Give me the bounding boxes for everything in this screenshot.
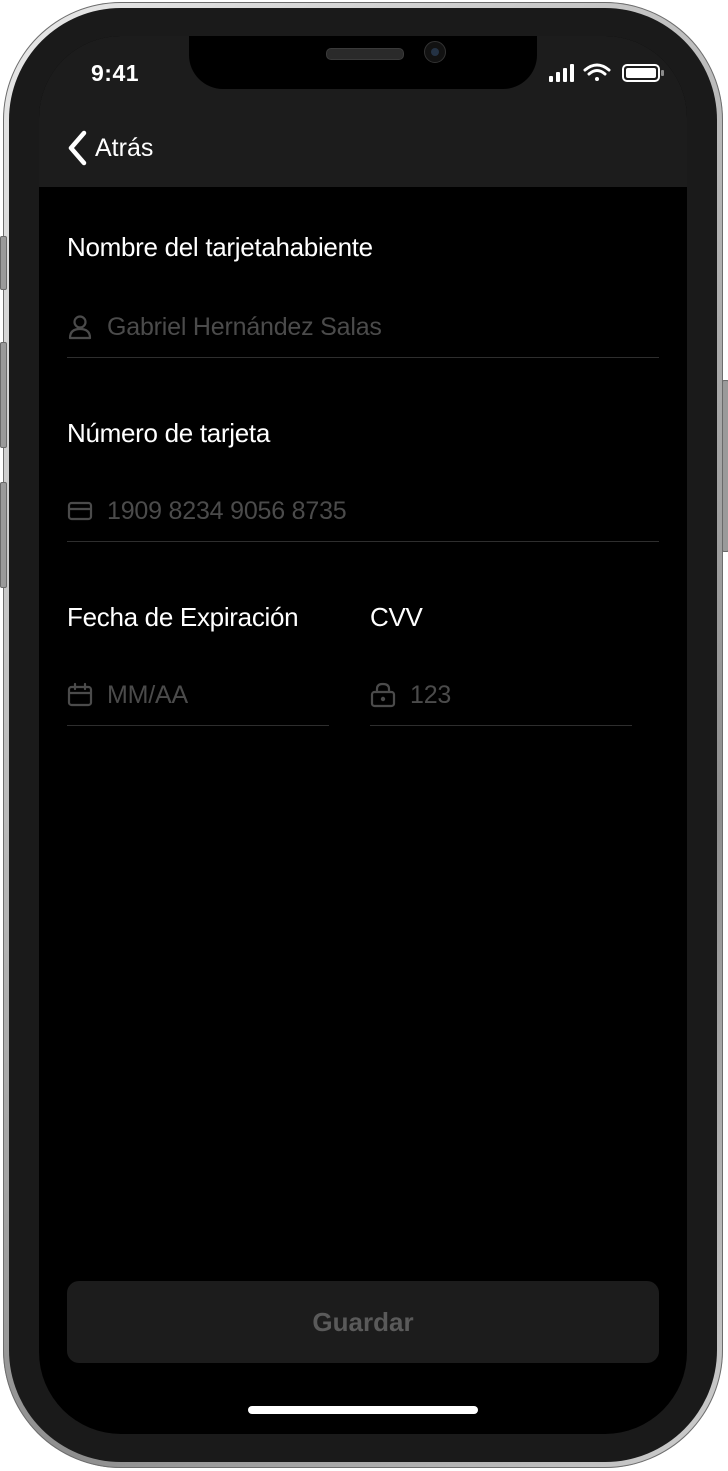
expiry-label: Fecha de Expiración bbox=[67, 602, 299, 632]
home-indicator[interactable] bbox=[248, 1406, 478, 1414]
back-button[interactable]: Atrás bbox=[67, 128, 153, 168]
credit-card-icon bbox=[67, 498, 93, 524]
status-icons bbox=[549, 62, 671, 84]
power-button bbox=[722, 380, 728, 552]
volume-up-button bbox=[0, 342, 7, 448]
user-icon bbox=[67, 314, 93, 340]
notch bbox=[189, 36, 537, 89]
cardholder-label: Nombre del tarjetahabiente bbox=[67, 232, 373, 262]
cvv-label: CVV bbox=[370, 602, 423, 632]
app-screen: 9:41 Atrás Nombre del tarjetahabiente Ga… bbox=[39, 36, 687, 1434]
front-camera bbox=[424, 41, 446, 63]
card-number-placeholder: 1909 8234 9056 8735 bbox=[107, 496, 347, 525]
cardholder-placeholder: Gabriel Hernández Salas bbox=[107, 312, 382, 341]
card-number-field[interactable]: 1909 8234 9056 8735 bbox=[67, 481, 659, 542]
signal-icon bbox=[549, 64, 574, 82]
save-button[interactable]: Guardar bbox=[67, 1281, 659, 1363]
calendar-icon bbox=[67, 682, 93, 708]
silent-switch bbox=[0, 236, 7, 290]
battery-icon bbox=[622, 64, 664, 82]
lock-icon bbox=[370, 682, 396, 708]
wifi-icon bbox=[583, 63, 611, 81]
save-button-label: Guardar bbox=[312, 1306, 414, 1337]
status-time: 9:41 bbox=[91, 60, 140, 86]
expiry-field[interactable]: MM/AA bbox=[67, 665, 329, 726]
expiry-placeholder: MM/AA bbox=[107, 680, 188, 709]
chevron-left-icon bbox=[68, 130, 87, 166]
cvv-placeholder: 123 bbox=[410, 680, 452, 709]
speaker-grille bbox=[326, 48, 404, 60]
volume-down-button bbox=[0, 482, 7, 588]
back-label: Atrás bbox=[95, 133, 154, 162]
card-number-label: Número de tarjeta bbox=[67, 418, 271, 448]
cardholder-field[interactable]: Gabriel Hernández Salas bbox=[67, 297, 659, 358]
cvv-field[interactable]: 123 bbox=[370, 665, 632, 726]
